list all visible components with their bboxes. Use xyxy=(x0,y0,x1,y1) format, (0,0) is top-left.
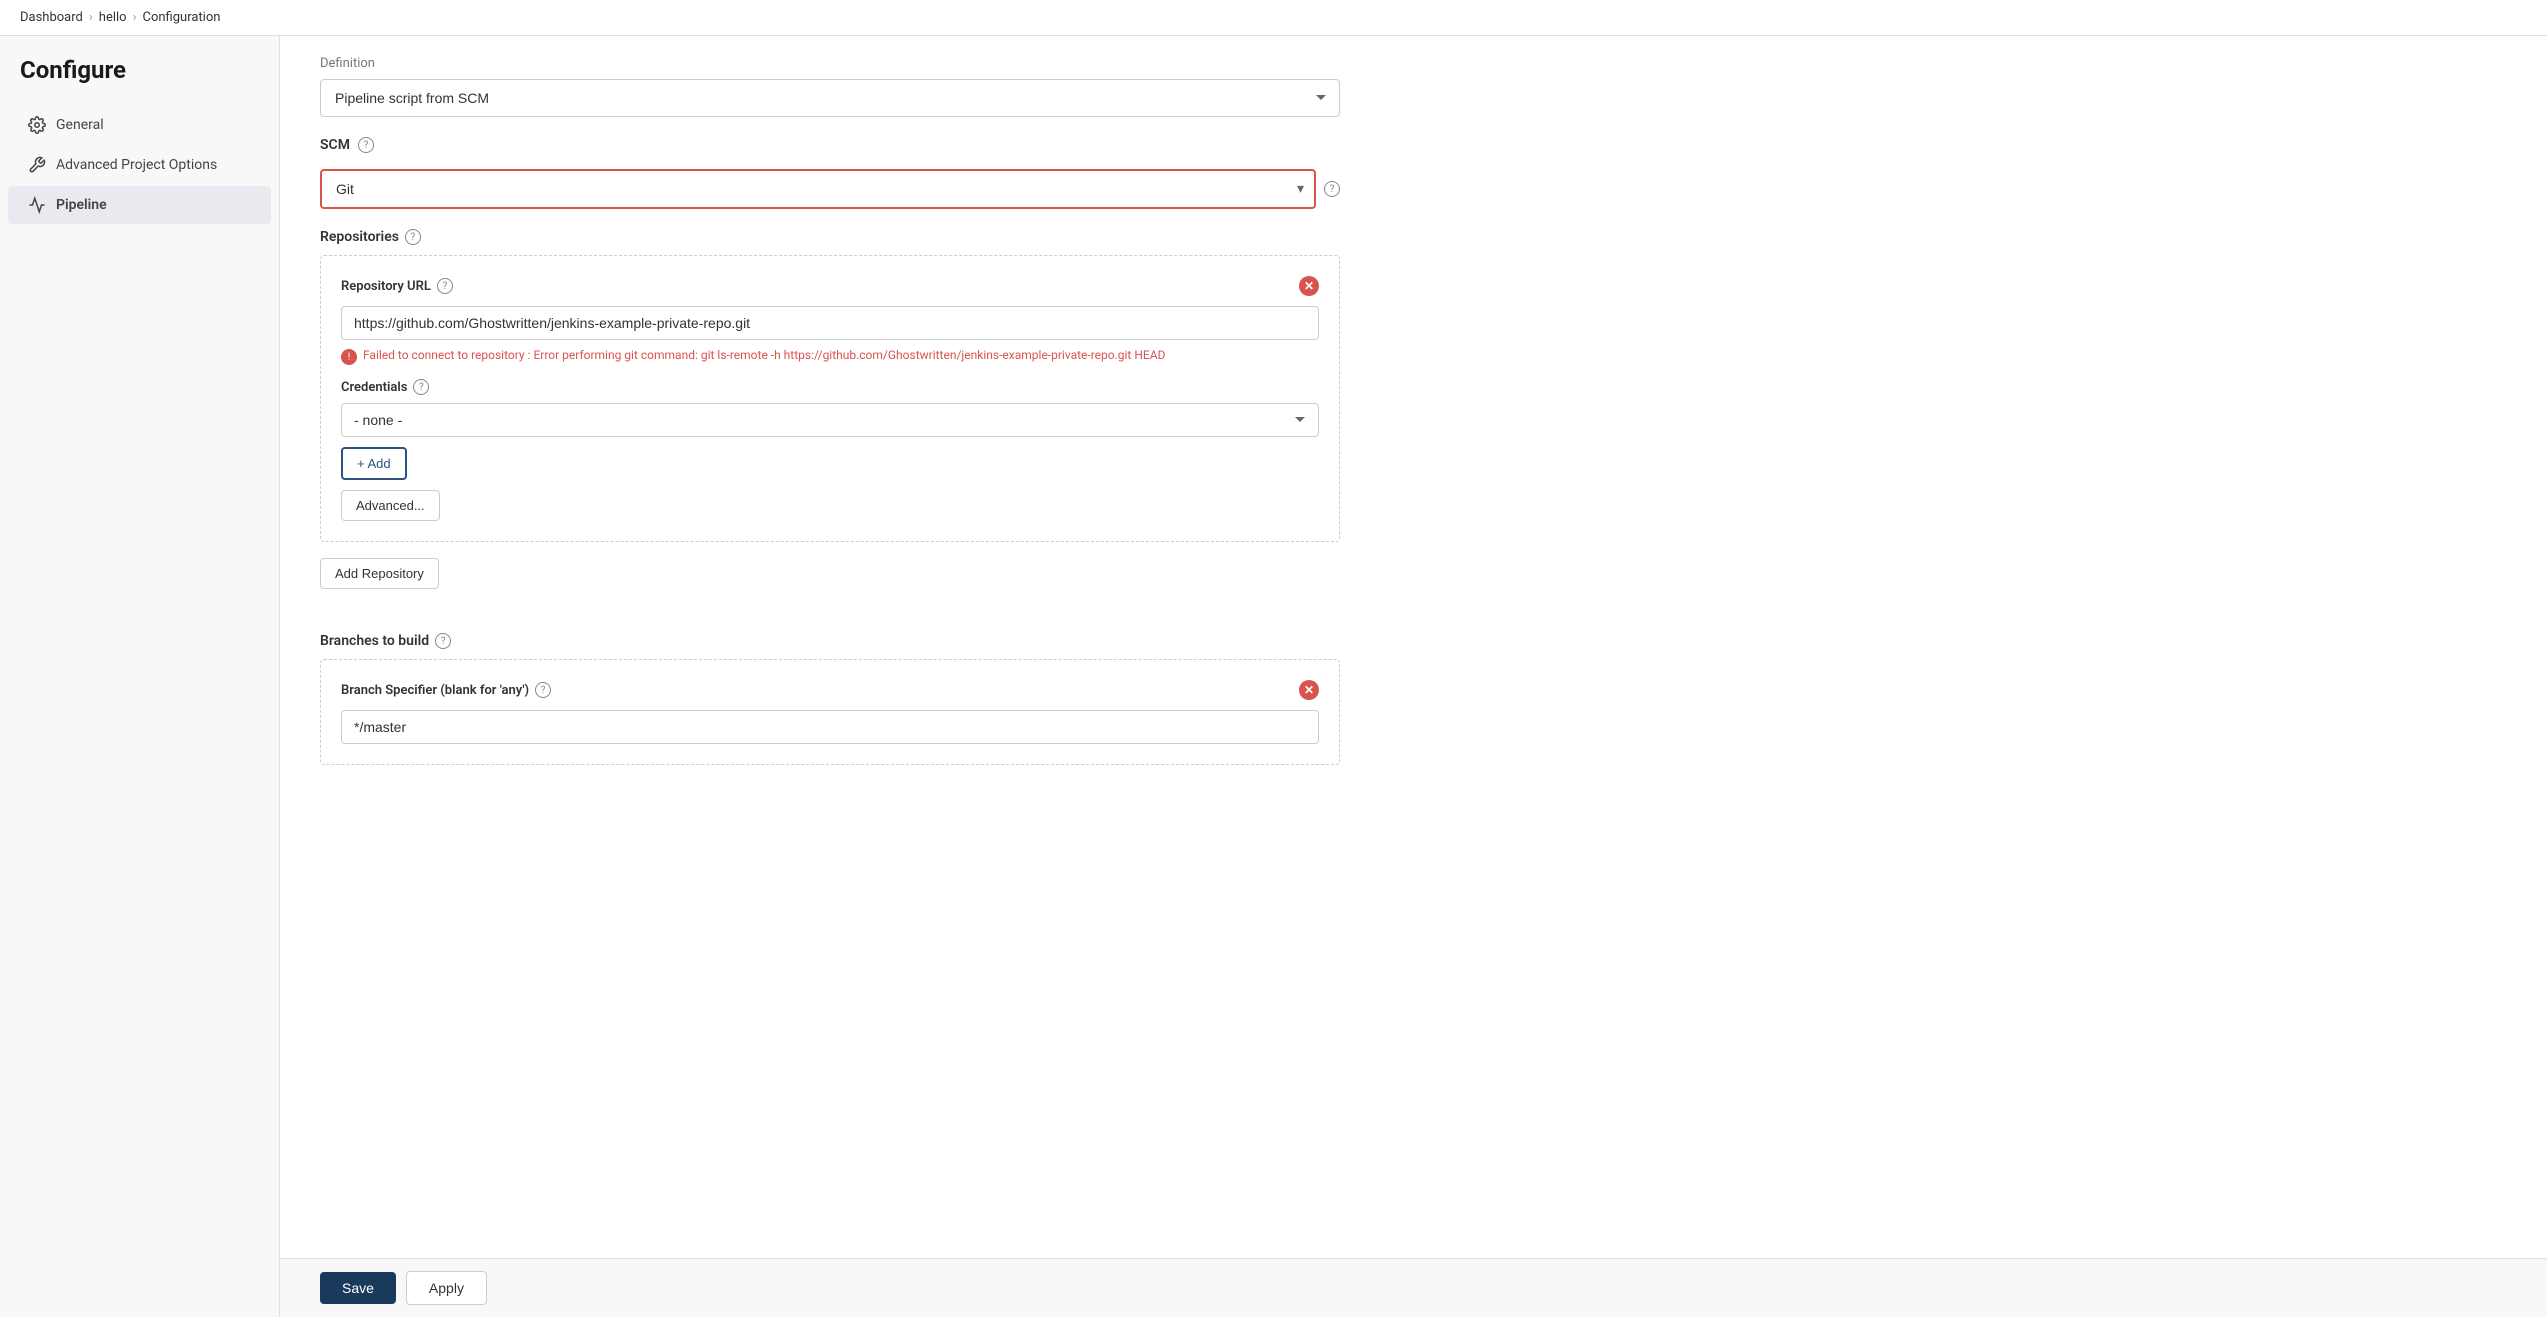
breadcrumb-configuration[interactable]: Configuration xyxy=(142,10,220,25)
footer-bar: Save Apply xyxy=(280,1258,2547,1317)
gear-icon xyxy=(28,116,46,134)
advanced-button-row: Advanced... xyxy=(341,490,1319,521)
scm-row: SCM ? xyxy=(320,137,1340,153)
branches-help-icon[interactable]: ? xyxy=(435,633,451,649)
sidebar-item-advanced-project-options[interactable]: Advanced Project Options xyxy=(8,146,271,184)
breadcrumb: Dashboard › hello › Configuration xyxy=(0,0,2547,36)
apply-button[interactable]: Apply xyxy=(406,1271,487,1305)
scm-extra-help-icon[interactable]: ? xyxy=(1324,181,1340,197)
wrench-icon xyxy=(28,156,46,174)
credentials-select[interactable]: - none - xyxy=(341,403,1319,437)
sidebar-item-pipeline-label: Pipeline xyxy=(56,197,107,213)
add-repository-button[interactable]: Add Repository xyxy=(320,558,439,589)
credentials-label: Credentials xyxy=(341,380,407,395)
branch-specifier-input[interactable] xyxy=(341,710,1319,744)
branch-box: Branch Specifier (blank for 'any') ? ✕ xyxy=(320,659,1340,765)
branches-label: Branches to build xyxy=(320,633,429,649)
branch-specifier-label-row: Branch Specifier (blank for 'any') ? xyxy=(341,682,551,698)
pipeline-icon xyxy=(28,196,46,214)
pipeline-script-select[interactable]: Pipeline script from SCM xyxy=(320,79,1340,117)
repo-url-label-row: Repository URL ? xyxy=(341,278,453,294)
scm-label: SCM xyxy=(320,137,350,153)
breadcrumb-dashboard[interactable]: Dashboard xyxy=(20,10,83,25)
branches-section: Branches to build ? Branch Specifier (bl… xyxy=(320,633,1340,765)
repositories-section: Repositories ? Repository URL ? ✕ xyxy=(320,229,1340,613)
branches-header: Branches to build ? xyxy=(320,633,1340,649)
repositories-help-icon[interactable]: ? xyxy=(405,229,421,245)
scm-help-icon[interactable]: ? xyxy=(358,137,374,153)
repo-url-help-icon[interactable]: ? xyxy=(437,278,453,294)
scm-select[interactable]: Git xyxy=(320,169,1316,209)
repo-url-header: Repository URL ? ✕ xyxy=(341,276,1319,296)
repositories-header: Repositories ? xyxy=(320,229,1340,245)
sidebar: Configure General Advanced Project Optio… xyxy=(0,36,280,1317)
branch-close-button[interactable]: ✕ xyxy=(1299,680,1319,700)
advanced-button[interactable]: Advanced... xyxy=(341,490,440,521)
repo-url-label: Repository URL xyxy=(341,279,431,294)
scm-select-wrapper: Git ▾ xyxy=(320,169,1316,209)
breadcrumb-sep-1: › xyxy=(89,10,93,25)
breadcrumb-sep-2: › xyxy=(133,10,137,25)
repo-close-button[interactable]: ✕ xyxy=(1299,276,1319,296)
repositories-label: Repositories xyxy=(320,229,399,245)
page-title: Configure xyxy=(0,56,279,104)
branch-specifier-label: Branch Specifier (blank for 'any') xyxy=(341,683,529,698)
branch-specifier-header: Branch Specifier (blank for 'any') ? ✕ xyxy=(341,680,1319,700)
repo-url-input[interactable] xyxy=(341,306,1319,340)
sidebar-item-pipeline[interactable]: Pipeline xyxy=(8,186,271,224)
breadcrumb-hello[interactable]: hello xyxy=(99,10,127,25)
branch-specifier-help-icon[interactable]: ? xyxy=(535,682,551,698)
error-icon: ! xyxy=(341,349,357,365)
sidebar-item-advanced-label: Advanced Project Options xyxy=(56,157,217,173)
sidebar-item-general[interactable]: General xyxy=(8,106,271,144)
save-button[interactable]: Save xyxy=(320,1272,396,1304)
credentials-help-icon[interactable]: ? xyxy=(413,379,429,395)
error-text: Failed to connect to repository : Error … xyxy=(363,348,1165,362)
add-button[interactable]: + Add xyxy=(341,447,407,480)
error-message: ! Failed to connect to repository : Erro… xyxy=(341,348,1319,365)
add-button-row: + Add xyxy=(341,447,1319,490)
pipeline-script-row: Pipeline script from SCM xyxy=(320,79,1340,117)
repo-box: Repository URL ? ✕ ! Failed to connect t… xyxy=(320,255,1340,542)
scm-dropdown-row: Git ▾ ? xyxy=(320,169,1340,209)
sidebar-item-general-label: General xyxy=(56,117,104,133)
content-area: Definition Pipeline script from SCM SCM … xyxy=(280,36,2547,1317)
credentials-label-row: Credentials ? xyxy=(341,379,1319,395)
definition-label: Definition xyxy=(320,56,1340,71)
